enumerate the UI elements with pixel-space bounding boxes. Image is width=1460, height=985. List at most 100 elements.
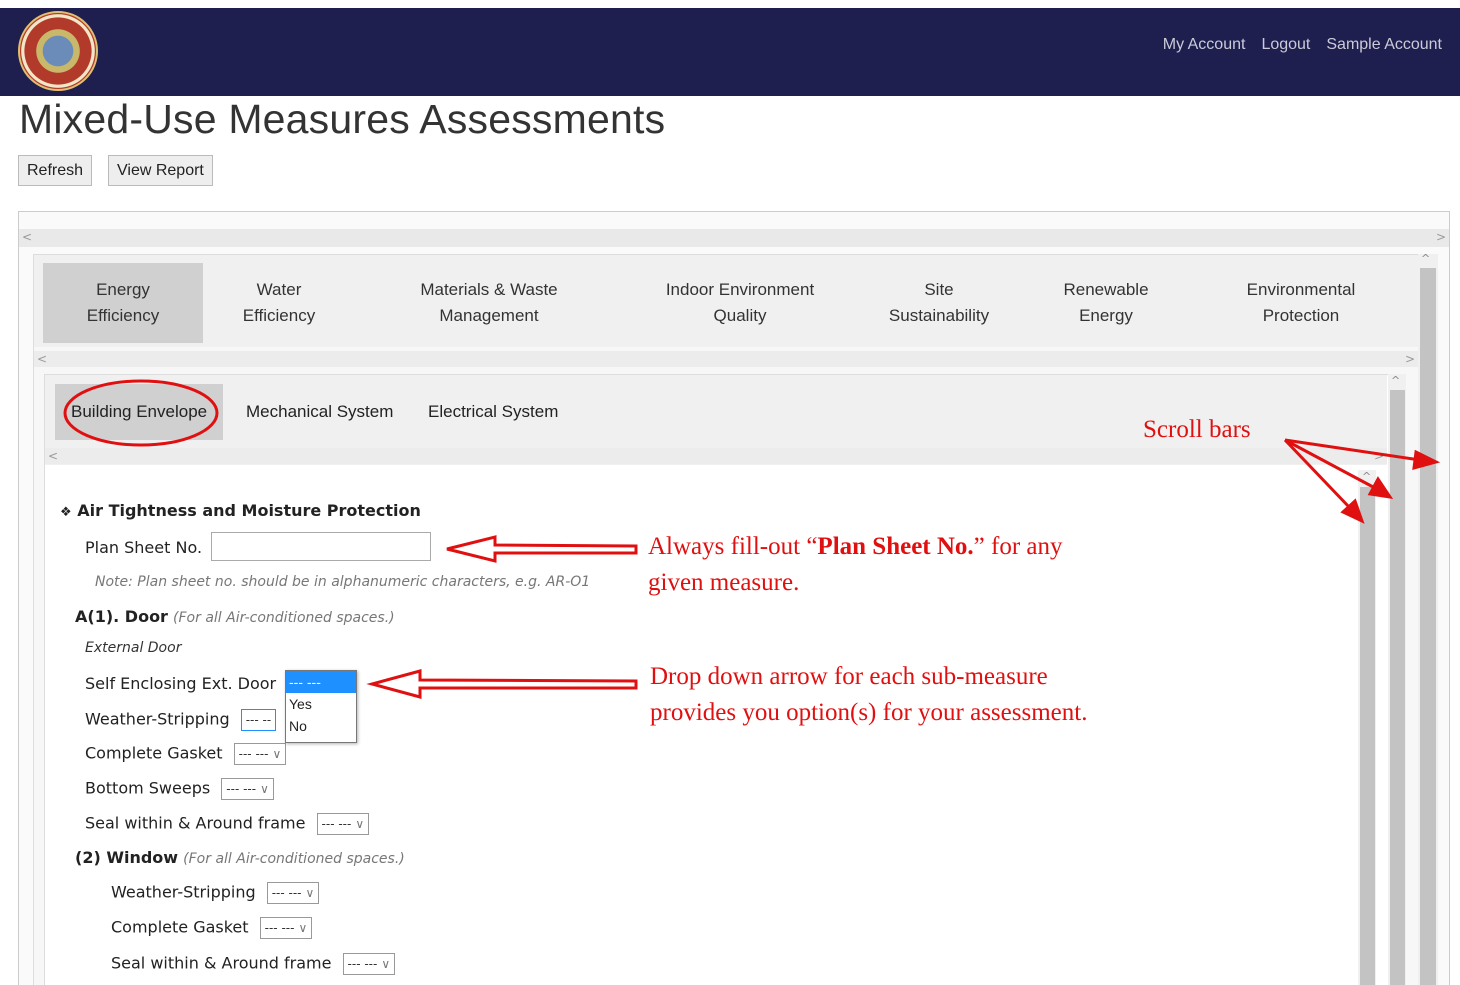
scroll-left-icon[interactable]: < xyxy=(22,230,32,244)
dropdown-annotation-line1: Drop down arrow for each sub-measure xyxy=(650,663,1048,690)
win-weather-stripping-select[interactable]: --- --- ∨ xyxy=(266,882,320,904)
door-title: A(1). Door xyxy=(75,607,168,626)
select-value: --- --- xyxy=(347,957,378,971)
tab-site-sustainability[interactable]: Site Sustainability xyxy=(874,263,1004,343)
door-heading: A(1). Door (For all Air-conditioned spac… xyxy=(75,607,395,626)
win-seal-frame-select[interactable]: --- --- ∨ xyxy=(342,953,396,975)
dropdown-annotation-line2: provides you option(s) for your assessme… xyxy=(650,699,1088,726)
bottom-sweeps-row: Bottom Sweeps --- --- ∨ xyxy=(85,778,274,800)
seal-frame-row: Seal within & Around frame --- --- ∨ xyxy=(85,813,370,835)
chevron-down-icon: ∨ xyxy=(305,886,315,900)
tab-water-efficiency[interactable]: Water Efficiency xyxy=(214,263,344,343)
tab-renewable-energy[interactable]: Renewable Energy xyxy=(1047,263,1165,343)
middle-vertical-scrollbar-thumb[interactable] xyxy=(1390,390,1405,985)
weather-stripping-select[interactable]: --- -- xyxy=(240,709,277,731)
win-seal-frame-row: Seal within & Around frame --- --- ∨ xyxy=(111,953,396,975)
tabs-horizontal-scrollbar[interactable]: < > xyxy=(34,351,1418,367)
subtabs-horizontal-scrollbar[interactable]: < > xyxy=(45,448,1387,464)
tab-environmental-protection[interactable]: Environmental Protection xyxy=(1224,263,1378,343)
select-value: --- --- xyxy=(238,747,269,761)
win-complete-gasket-row: Complete Gasket --- --- ∨ xyxy=(111,917,313,939)
dropdown-option-placeholder[interactable]: --- --- xyxy=(286,671,356,693)
main-tab-bar: Energy Efficiency Water Efficiency Mater… xyxy=(34,255,1418,347)
window-hint: (For all Air-conditioned spaces.) xyxy=(183,851,405,867)
chevron-down-icon: ∨ xyxy=(260,782,269,796)
scroll-up-icon[interactable]: ^ xyxy=(1391,374,1400,387)
outer-vertical-scrollbar-thumb[interactable] xyxy=(1420,268,1436,985)
scroll-up-icon[interactable]: ^ xyxy=(1421,252,1430,265)
view-report-button[interactable]: View Report xyxy=(108,155,213,186)
scroll-left-icon[interactable]: < xyxy=(48,449,58,463)
logout-link[interactable]: Logout xyxy=(1261,36,1310,54)
win-complete-gasket-label: Complete Gasket xyxy=(111,917,249,937)
bottom-sweeps-select[interactable]: --- --- ∨ xyxy=(221,778,274,800)
external-door-label: External Door xyxy=(85,640,182,656)
tab-indoor-environment[interactable]: Indoor Environment Quality xyxy=(642,263,838,343)
select-value: --- -- xyxy=(245,713,272,727)
self-enclosing-label: Self Enclosing Ext. Door xyxy=(85,674,277,693)
top-navbar: My Account Logout Sample Account xyxy=(0,8,1460,96)
section-heading: ❖ Air Tightness and Moisture Protection xyxy=(60,501,421,520)
scroll-up-icon[interactable]: ^ xyxy=(1362,470,1371,483)
scroll-right-icon[interactable]: > xyxy=(1374,449,1384,463)
tab-label-line2: Efficiency xyxy=(86,306,160,325)
scroll-left-icon[interactable]: < xyxy=(37,352,47,366)
diamond-bullet-icon: ❖ xyxy=(60,505,72,520)
plan-sheet-input[interactable] xyxy=(211,532,431,561)
tab-label-line2: Sustainability xyxy=(888,306,990,325)
tab-label-line1: Environmental xyxy=(1246,280,1356,299)
tab-label-line1: Water xyxy=(256,280,302,299)
subtab-building-envelope[interactable]: Building Envelope xyxy=(55,384,224,440)
dropdown-annotation: Drop down arrow for each sub-measure pro… xyxy=(650,659,1087,731)
chevron-down-icon: ∨ xyxy=(298,921,308,935)
tab-label-line2: Energy xyxy=(1079,306,1133,325)
select-value: --- --- xyxy=(271,886,302,900)
inner-vertical-scrollbar-thumb[interactable] xyxy=(1360,487,1375,985)
subtab-electrical-system[interactable]: Electrical System xyxy=(412,384,574,440)
city-seal-logo[interactable] xyxy=(18,11,98,91)
window-title: (2) Window xyxy=(75,848,179,867)
door-hint: (For all Air-conditioned spaces.) xyxy=(173,610,395,626)
tab-label-line1: Site xyxy=(924,280,954,299)
section-title: Air Tightness and Moisture Protection xyxy=(77,501,421,520)
window-heading: (2) Window (For all Air-conditioned spac… xyxy=(75,848,405,867)
scroll-right-icon[interactable]: > xyxy=(1436,230,1446,244)
sample-account-link[interactable]: Sample Account xyxy=(1326,36,1442,54)
chevron-down-icon: ∨ xyxy=(381,957,391,971)
weather-stripping-label: Weather-Stripping xyxy=(85,709,230,729)
win-seal-frame-label: Seal within & Around frame xyxy=(111,953,332,973)
tab-label-line2: Management xyxy=(439,306,539,325)
self-enclosing-row: Self Enclosing Ext. Door xyxy=(85,674,276,693)
complete-gasket-row: Complete Gasket --- --- ∨ xyxy=(85,743,287,765)
win-complete-gasket-select[interactable]: --- --- ∨ xyxy=(259,917,313,939)
bottom-sweeps-label: Bottom Sweeps xyxy=(85,778,211,798)
tab-energy-efficiency[interactable]: Energy Efficiency xyxy=(43,263,203,343)
dropdown-option-no[interactable]: No xyxy=(286,715,356,737)
win-weather-stripping-label: Weather-Stripping xyxy=(111,882,256,902)
plan-sheet-annotation-bold: Plan Sheet No. xyxy=(817,533,974,560)
subtab-mechanical-system[interactable]: Mechanical System xyxy=(230,384,409,440)
tab-label-line2: Efficiency xyxy=(242,306,316,325)
complete-gasket-label: Complete Gasket xyxy=(85,743,223,763)
self-enclosing-dropdown-list[interactable]: --- --- Yes No xyxy=(285,670,357,743)
tab-label-line1: Indoor Environment xyxy=(665,280,815,299)
scroll-right-icon[interactable]: > xyxy=(1405,352,1415,366)
tab-label-line2: Protection xyxy=(1262,306,1340,325)
tab-label-line1: Energy xyxy=(96,280,150,299)
refresh-button[interactable]: Refresh xyxy=(18,155,93,186)
dropdown-option-yes[interactable]: Yes xyxy=(286,693,356,715)
select-value: --- --- xyxy=(226,782,257,796)
plan-sheet-annotation-line2: given measure. xyxy=(648,569,800,596)
tab-materials-waste[interactable]: Materials & Waste Management xyxy=(399,263,579,343)
outer-horizontal-scrollbar[interactable]: < > xyxy=(19,229,1449,247)
plan-sheet-annotation: Always fill-out “Plan Sheet No.” for any… xyxy=(648,529,1063,601)
plan-sheet-note: Note: Plan sheet no. should be in alphan… xyxy=(95,574,591,590)
complete-gasket-select[interactable]: --- --- ∨ xyxy=(233,743,287,765)
page-title: Mixed-Use Measures Assessments xyxy=(19,96,666,142)
chevron-down-icon: ∨ xyxy=(272,747,282,761)
seal-frame-label: Seal within & Around frame xyxy=(85,813,306,833)
plan-sheet-label: Plan Sheet No. xyxy=(85,538,203,557)
my-account-link[interactable]: My Account xyxy=(1163,36,1246,54)
seal-frame-select[interactable]: --- --- ∨ xyxy=(316,813,370,835)
tab-label-line1: Renewable xyxy=(1063,280,1149,299)
